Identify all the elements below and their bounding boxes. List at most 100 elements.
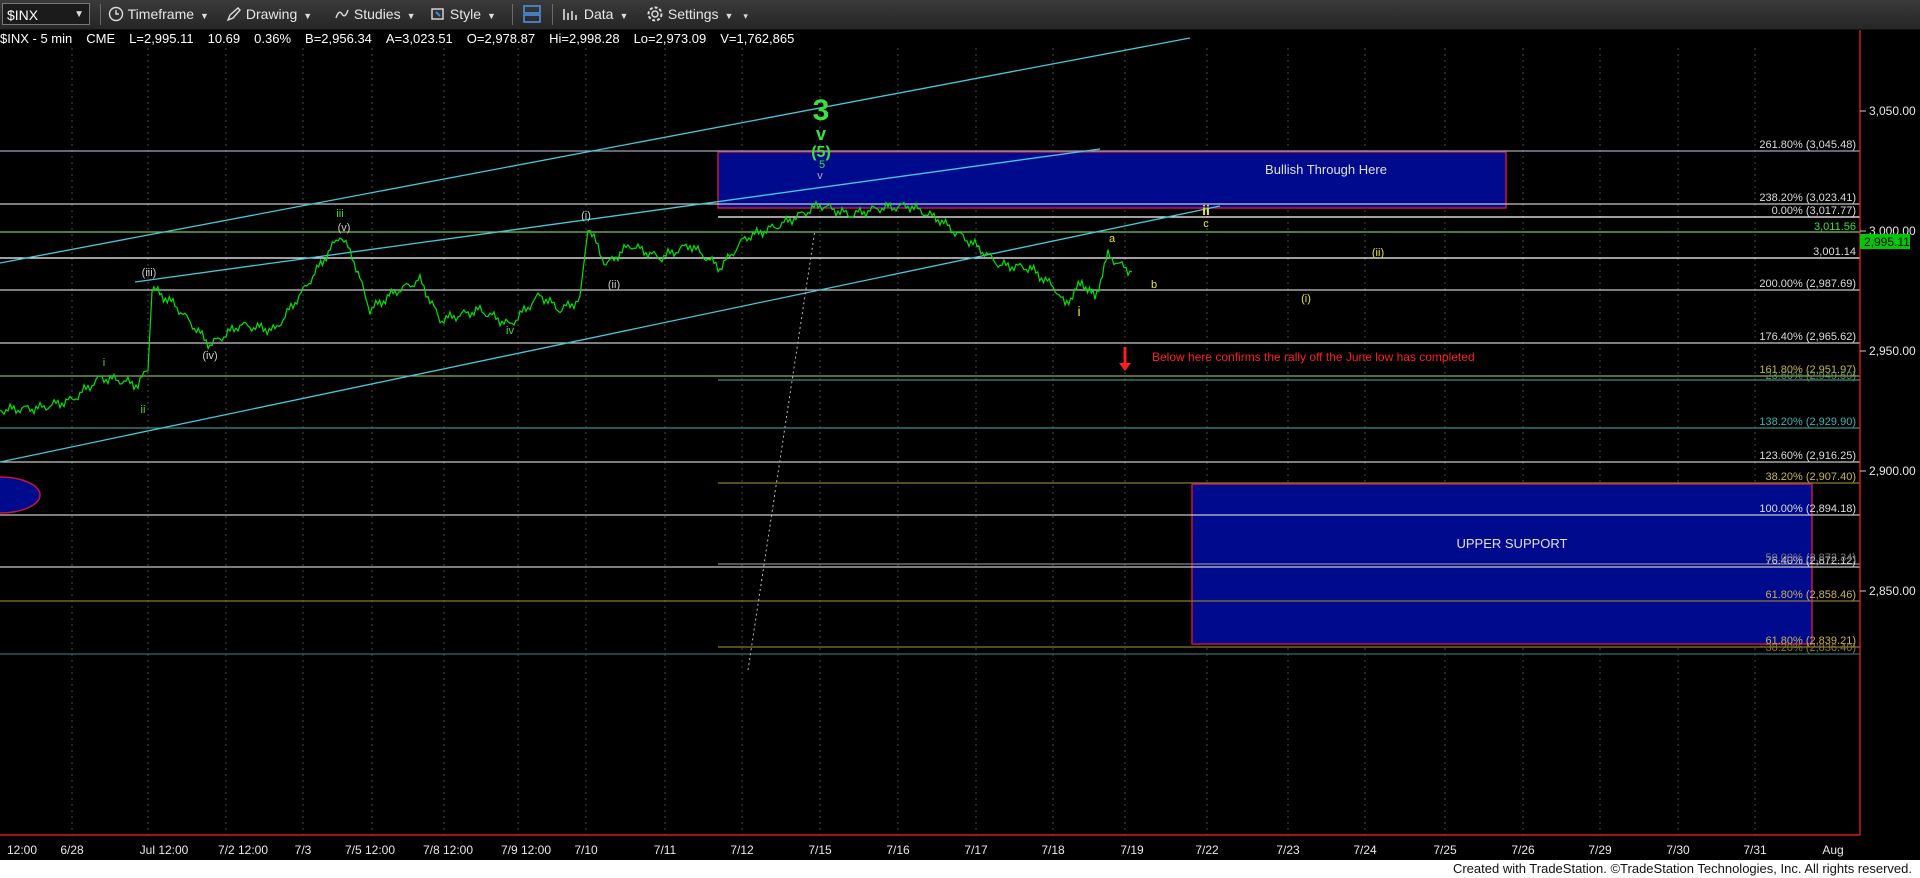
overflow-caret-icon[interactable]: ▾ [743, 11, 748, 21]
pencil-icon [226, 7, 241, 22]
warning-arrow-icon [1119, 347, 1131, 371]
time-tick: 7/15 [808, 843, 832, 857]
wave-label: a [1109, 233, 1116, 245]
time-tick: 7/19 [1120, 843, 1144, 857]
bullish-zone-label: Bullish Through Here [1265, 162, 1387, 177]
fib-label: 0.00% (3,017.77) [1772, 205, 1856, 217]
time-tick: 7/22 [1195, 843, 1219, 857]
fib-label: 261.80% (3,045.48) [1759, 139, 1856, 151]
fib-label: 138.20% (2,929.90) [1759, 416, 1856, 428]
time-tick: 7/25 [1433, 843, 1457, 857]
wave-label: iii [336, 208, 343, 220]
caret-down-icon: ▼ [724, 11, 734, 21]
price-tick: 2,900.00 [1869, 464, 1916, 478]
caret-down-icon: ▼ [200, 11, 209, 21]
wave-label: b [1151, 279, 1157, 291]
copyright-text: Created with TradeStation. ©TradeStation… [1452, 861, 1912, 876]
wave-label: i [1077, 303, 1080, 319]
symbol-value: $INX [7, 7, 39, 23]
window-layout-icon [523, 5, 541, 23]
warning-note: Below here confirms the rally off the Ju… [1152, 350, 1475, 364]
clock-icon [108, 6, 124, 22]
toolbar-divider [512, 4, 513, 25]
settings-label: Settings [667, 6, 719, 22]
fib-label: 61.80% (2,858.46) [1765, 589, 1856, 601]
timeframe-label: Timeframe [127, 6, 195, 22]
time-tick: 12:00 [7, 843, 37, 857]
wave-label: (ii) [1372, 247, 1384, 259]
bar-chart-icon [563, 9, 577, 20]
symbol-input[interactable]: $INX ▼ [2, 3, 90, 25]
price-tick: 2,950.00 [1869, 344, 1916, 358]
style-icon [431, 8, 444, 20]
time-tick: 7/11 [654, 843, 677, 857]
caret-down-icon: ▼ [406, 11, 416, 21]
wave-label: v [816, 124, 826, 144]
wave-label: (i) [1301, 293, 1311, 305]
wave-label: (v) [338, 222, 351, 234]
copyright-footer: Created with TradeStation. ©TradeStation… [0, 860, 1920, 878]
price-chart[interactable]: Bullish Through Here UPPER SUPPORT 261.8… [0, 30, 1920, 860]
wave-label: ii [1202, 202, 1210, 218]
layout-button[interactable] [522, 0, 542, 29]
fib-label: 100.00% (2,894.18) [1759, 503, 1856, 515]
current-price: 2,995.11 [1864, 235, 1910, 249]
fib-label: 3,001.14 [1813, 246, 1856, 258]
fib-label: 3,011.56 [1814, 221, 1856, 233]
upper-support-label: UPPER SUPPORT [1456, 536, 1567, 551]
time-tick: 7/16 [886, 843, 910, 857]
studies-icon [335, 9, 349, 19]
caret-down-icon: ▼ [303, 11, 313, 21]
wave-label: (iii) [142, 267, 157, 279]
style-label: Style [449, 6, 482, 22]
time-tick: 7/17 [964, 843, 988, 857]
data-label: Data [583, 6, 614, 22]
prior-zone-ellipse [0, 476, 41, 514]
studies-button[interactable]: Studies ▼ [334, 0, 416, 29]
time-tick: 7/3 [295, 843, 312, 857]
chart-toolbar: $INX ▼ Timeframe ▼ Drawing ▼ Studies ▼ Style… [0, 0, 1920, 30]
drawing-button[interactable]: Drawing ▼ [226, 0, 312, 29]
style-button[interactable]: Style ▼ [430, 0, 496, 29]
time-tick: 7/8 12:00 [423, 843, 473, 857]
drawing-label: Drawing [245, 6, 298, 22]
fib-label: 123.60% (2,916.25) [1759, 450, 1856, 462]
wave-label: (iv) [202, 350, 217, 362]
bullish-zone[interactable] [717, 151, 1507, 209]
price-series[interactable] [0, 199, 1133, 416]
fib-label: 50.00% (2,872.34) [1765, 552, 1856, 564]
elliott-wave-labels: 3 v (5) [811, 94, 831, 161]
time-tick: 7/10 [574, 843, 598, 857]
studies-label: Studies [353, 6, 401, 22]
time-tick: 7/31 [1743, 843, 1767, 857]
time-tick: 7/24 [1353, 843, 1377, 857]
wave-label: ii [141, 404, 146, 416]
wave-label: i [103, 357, 105, 369]
time-tick: Jul 12:00 [140, 843, 189, 857]
time-tick: 6/28 [60, 843, 84, 857]
data-button[interactable]: Data ▼ [562, 0, 628, 29]
settings-button[interactable]: Settings ▼ ▾ [646, 0, 748, 29]
chevron-down-icon[interactable]: ▼ [74, 4, 84, 26]
time-tick: 7/2 12:00 [218, 843, 268, 857]
wave-label: v [817, 170, 823, 182]
toolbar-divider [552, 4, 553, 25]
fib-label: 23.60% (2,949.59) [1765, 370, 1856, 382]
price-tick: 3,050.00 [1869, 104, 1916, 118]
fib-label: 238.20% (3,023.41) [1759, 192, 1856, 204]
time-axis[interactable]: 12:00 6/28 Jul 12:00 7/2 12:00 7/3 7/5 1… [7, 843, 1844, 857]
wave-label: iv [506, 325, 514, 337]
time-tick: 7/12 [730, 843, 754, 857]
time-tick: 7/29 [1588, 843, 1612, 857]
caret-down-icon: ▼ [487, 11, 496, 21]
time-tick: 7/23 [1276, 843, 1300, 857]
fib-label: 38.20% (2,836.40) [1765, 642, 1856, 654]
trend-channel[interactable] [0, 37, 1221, 463]
wave-label: 3 [813, 94, 830, 127]
gear-icon [647, 6, 663, 22]
time-tick: Aug [1822, 843, 1843, 857]
price-axis[interactable]: 3,050.00 3,000.00 2,950.00 2,900.00 2,85… [1860, 104, 1916, 598]
timeframe-button[interactable]: Timeframe ▼ [108, 0, 209, 29]
price-tick: 2,850.00 [1869, 584, 1916, 598]
fib-label: 38.20% (2,907.40) [1765, 471, 1856, 483]
